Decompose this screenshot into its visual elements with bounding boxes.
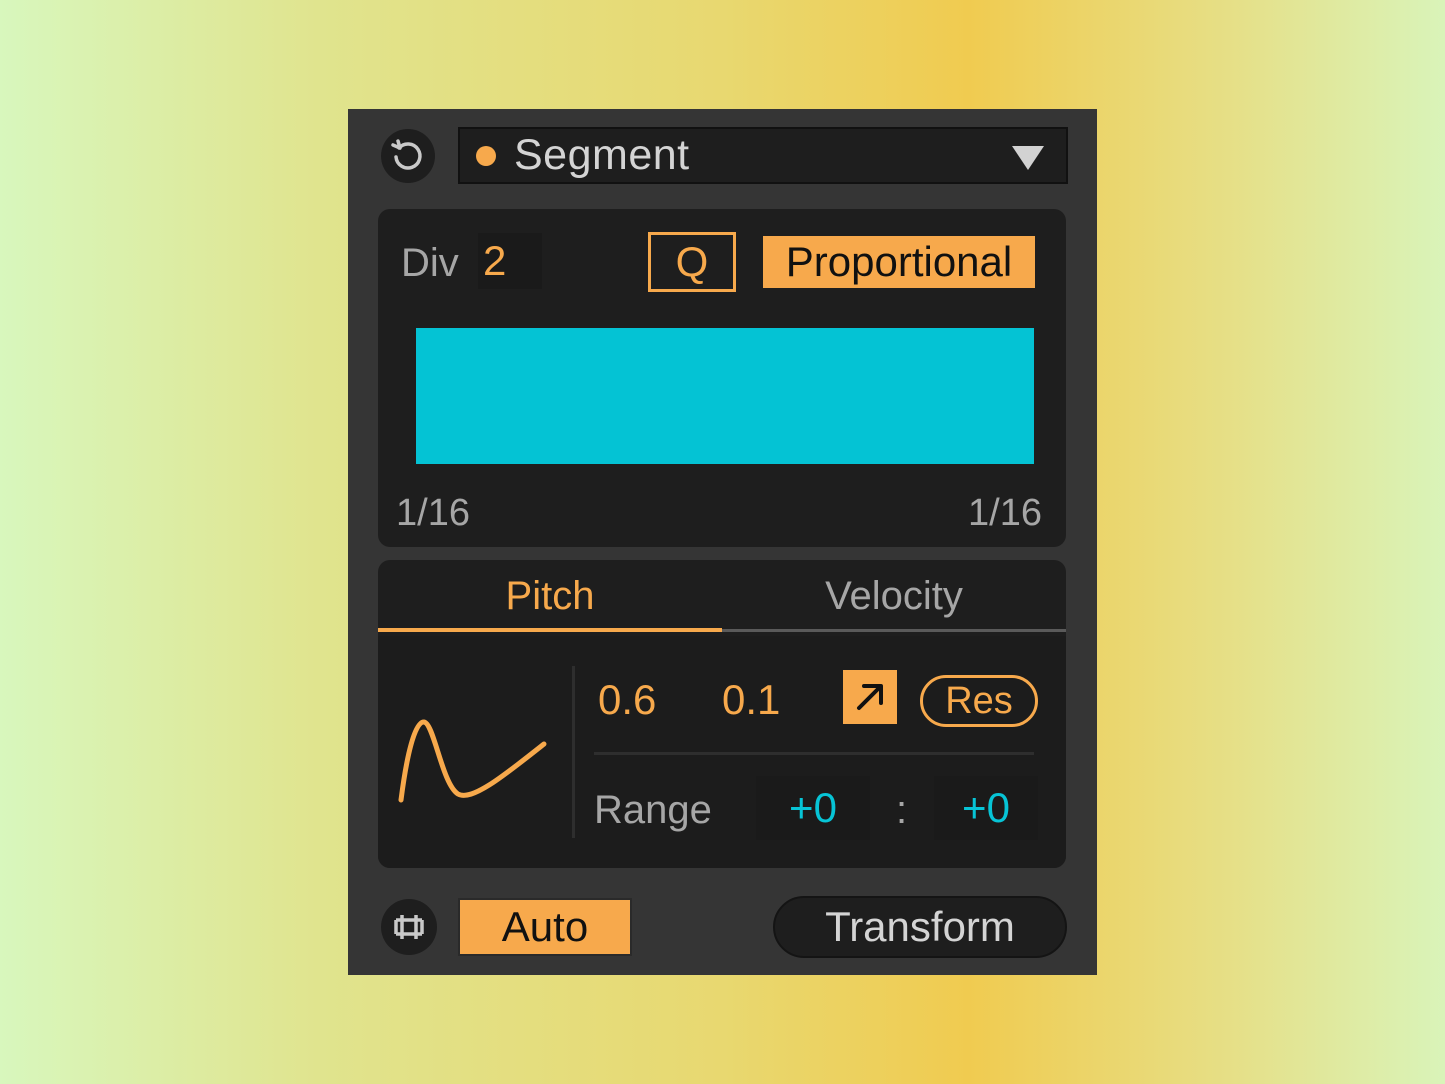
- value-b-field[interactable]: 0.1: [722, 676, 780, 724]
- modulation-panel: Pitch Velocity 0.6 0.1 Res Range +0 : +0: [378, 560, 1066, 868]
- div-label: Div: [401, 241, 459, 285]
- link-button[interactable]: [381, 899, 437, 955]
- curve-icon[interactable]: [396, 716, 548, 806]
- quantize-toggle[interactable]: Q: [648, 232, 736, 292]
- segment-bar[interactable]: [416, 328, 1034, 464]
- dropdown-arrow-icon: [1012, 146, 1044, 170]
- preset-label: Segment: [514, 131, 690, 179]
- preset-dropdown[interactable]: Segment: [458, 127, 1068, 184]
- auto-toggle[interactable]: Auto: [458, 898, 632, 956]
- arrow-up-right-icon: [857, 684, 883, 710]
- segment-device: Segment Div 2 Q Proportional 1/16 1/16 P…: [348, 109, 1097, 975]
- proportional-toggle[interactable]: Proportional: [763, 236, 1035, 288]
- direction-button[interactable]: [843, 670, 897, 724]
- range-high-field[interactable]: +0: [934, 776, 1038, 840]
- range-low-field[interactable]: +0: [756, 776, 870, 840]
- link-icon: [394, 915, 424, 939]
- horizontal-divider: [594, 752, 1034, 755]
- right-note-label: 1/16: [968, 492, 1042, 534]
- reset-button[interactable]: [381, 129, 435, 183]
- transform-button[interactable]: Transform: [773, 896, 1067, 958]
- range-separator: :: [896, 788, 908, 832]
- division-panel: Div 2 Q Proportional 1/16 1/16: [378, 209, 1066, 547]
- vertical-divider: [572, 666, 575, 838]
- status-dot: [476, 145, 496, 166]
- left-note-label: 1/16: [396, 492, 470, 534]
- value-a-field[interactable]: 0.6: [598, 676, 656, 724]
- tab-velocity[interactable]: Velocity: [722, 560, 1066, 632]
- tab-pitch[interactable]: Pitch: [378, 560, 722, 632]
- reset-icon: [391, 139, 422, 170]
- res-button[interactable]: Res: [920, 675, 1038, 727]
- pitch-content: 0.6 0.1 Res Range +0 : +0: [378, 636, 1066, 868]
- div-value-field[interactable]: 2: [478, 233, 542, 289]
- range-label: Range: [594, 788, 712, 832]
